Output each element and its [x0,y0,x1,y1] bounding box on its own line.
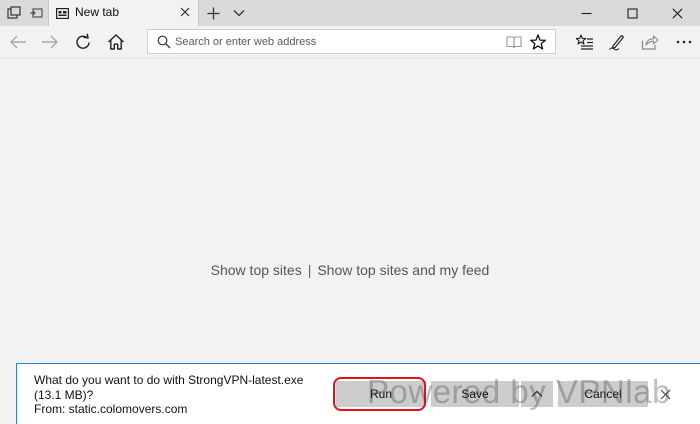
download-prompt-bar: What do you want to do with StrongVPN-la… [16,363,700,424]
back-arrow-icon[interactable] [7,31,29,53]
cancel-button[interactable]: Cancel [558,381,648,407]
tab-strip: New tab [0,0,700,26]
download-message: What do you want to do with StrongVPN-la… [34,373,329,417]
plus-icon[interactable] [204,4,222,22]
reading-view-icon[interactable] [505,33,523,51]
chevron-up-icon [531,387,543,401]
search-icon [157,35,171,49]
run-button[interactable]: Run [336,381,426,407]
chevron-down-icon[interactable] [230,4,248,22]
tab-title: New tab [75,5,120,19]
set-aside-tabs-icon[interactable] [27,4,45,22]
close-icon[interactable] [654,0,700,26]
more-icon[interactable] [673,31,695,53]
new-tab-page: Show top sites | Show top sites and my fee… [0,59,700,361]
save-options-button[interactable] [521,381,553,407]
home-icon[interactable] [105,31,127,53]
tab-new-tab[interactable]: New tab [48,0,199,26]
show-top-sites-and-feed-link[interactable]: Show top sites and my feed [317,262,489,278]
maximize-icon[interactable] [609,0,655,26]
close-icon[interactable] [178,5,192,19]
address-bar[interactable] [147,29,556,54]
address-input[interactable] [175,32,495,51]
save-button[interactable]: Save [431,381,519,407]
show-top-sites-link[interactable]: Show top sites [211,262,302,278]
hub-favorites-icon[interactable] [574,31,596,53]
forward-arrow-icon[interactable] [39,31,61,53]
options-separator: | [307,262,312,278]
close-icon[interactable] [657,386,673,402]
top-sites-options: Show top sites | Show top sites and my fee… [0,262,700,278]
pen-icon[interactable] [606,31,628,53]
navigation-bar [0,26,700,59]
refresh-icon[interactable] [72,31,94,53]
download-source: From: static.colomovers.com [34,402,188,416]
tab-preview-icon[interactable] [5,4,23,22]
star-icon[interactable] [529,33,547,51]
minimize-icon[interactable] [563,0,609,26]
new-tab-page-icon [56,6,70,20]
share-icon[interactable] [639,31,661,53]
download-question: What do you want to do with StrongVPN-la… [34,373,304,402]
